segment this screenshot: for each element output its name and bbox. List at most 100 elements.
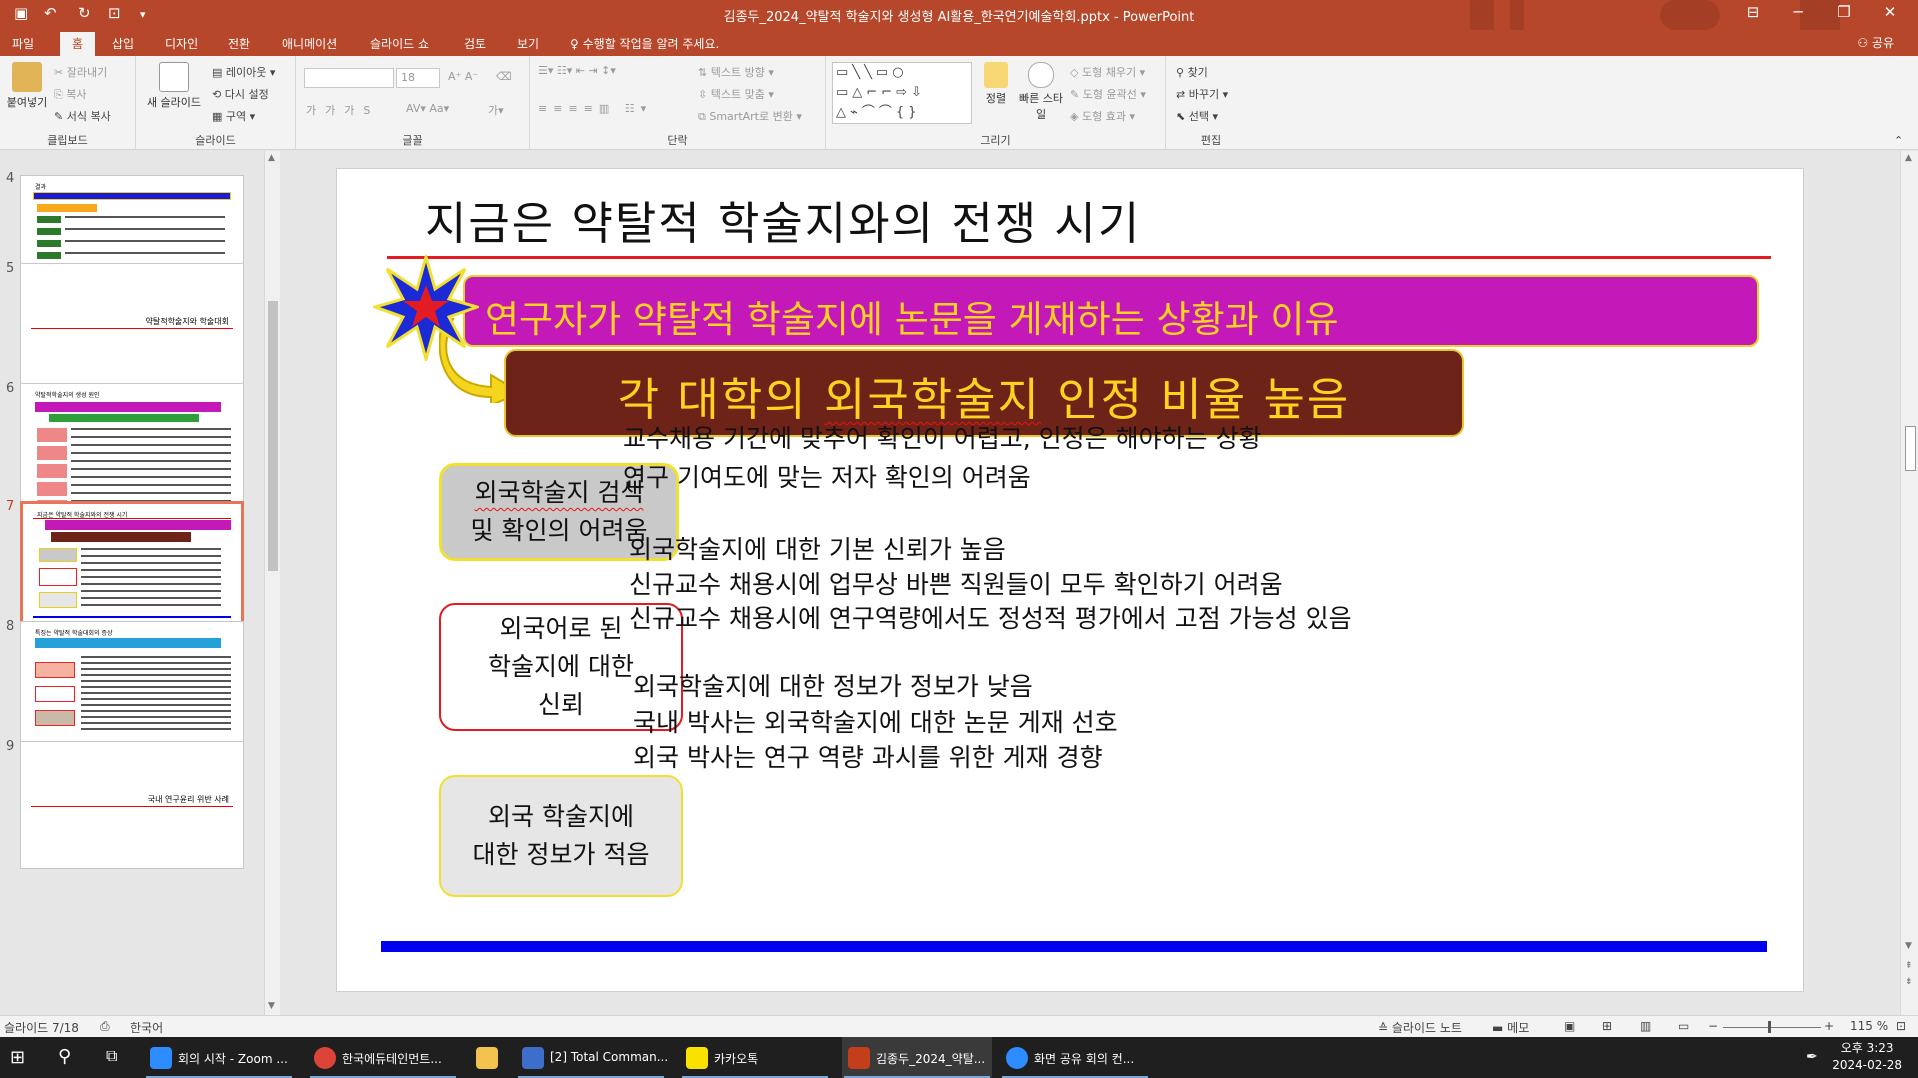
copy-button[interactable]: ⎘ 복사	[54, 86, 87, 102]
font-name-box[interactable]	[304, 68, 394, 88]
zoom-slider[interactable]	[1723, 1027, 1821, 1028]
language-indicator[interactable]: 한국어	[130, 1019, 163, 1036]
thumbnail-slide-7[interactable]: 지금은 약탈적 학술지와의 전쟁 시기	[20, 501, 244, 631]
reason-line: 외국학술지에 대한 기본 신뢰가 높음	[629, 535, 1006, 564]
notes-button[interactable]: ≙ 슬라이드 노트	[1378, 1019, 1462, 1036]
comments-button[interactable]: ▬ 메모	[1492, 1019, 1529, 1036]
taskbar-item-total-commander[interactable]: [2] Total Comman...	[516, 1037, 668, 1078]
smartart-button[interactable]: ⧉ SmartArt로 변환 ▾	[698, 108, 802, 124]
scroll-down-arrow-icon[interactable]: ▼	[1905, 941, 1912, 951]
next-slide-icon[interactable]: ⇟	[1905, 977, 1913, 987]
previous-slide-icon[interactable]: ⇞	[1905, 961, 1913, 971]
taskbar-item-chrome[interactable]: 한국에듀테인먼트...	[308, 1037, 458, 1078]
tab-design[interactable]: 디자인	[165, 35, 198, 52]
scroll-up-arrow-icon[interactable]: ▲	[1905, 153, 1912, 163]
arrange-button[interactable]: 정렬	[976, 62, 1016, 106]
taskbar-item-powerpoint[interactable]: 김종두_2024_약탈...	[842, 1037, 992, 1078]
thumb-shape	[81, 548, 221, 608]
shapes-gallery[interactable]: ▭╲╲▭○ ▭△⌐⌐⇨⇩ △⌁⌒⌒{}	[832, 62, 972, 124]
zoom-meeting-icon	[1006, 1047, 1028, 1069]
thumbnail-scrollbar[interactable]: ▲ ▼	[264, 151, 280, 1015]
slide-canvas[interactable]: 지금은 약탈적 학술지와의 전쟁 시기 연구자가 약탈적 학술지에 논문을 게재…	[336, 168, 1804, 992]
align-buttons[interactable]: ≡≡≡≡▥ ☷▾	[538, 102, 652, 115]
cut-button[interactable]: ✂ 잘라내기	[54, 64, 107, 80]
font-size-box[interactable]: 18	[396, 68, 440, 88]
tab-transitions[interactable]: 전환	[228, 35, 250, 52]
tab-insert[interactable]: 삽입	[112, 35, 134, 52]
close-button[interactable]: ✕	[1870, 3, 1910, 21]
thumb-number: 5	[6, 261, 15, 276]
shape-fill-button[interactable]: ◇ 도형 채우기 ▾	[1070, 64, 1145, 80]
pen-icon[interactable]: ✒	[1806, 1049, 1818, 1065]
ribbon-display-options-icon[interactable]: ⊟	[1733, 3, 1773, 21]
reading-view-icon[interactable]: ▥	[1640, 1019, 1651, 1033]
normal-view-icon[interactable]: ▣	[1564, 1019, 1575, 1033]
format-painter-button[interactable]: ✎ 서식 복사	[54, 108, 111, 124]
thumbnail-slide-5[interactable]: 약탈적학술지와 학술대회	[20, 263, 244, 391]
slide-sorter-icon[interactable]: ⊞	[1602, 1019, 1612, 1033]
thumb-number: 4	[6, 171, 15, 186]
taskbar-item-explorer[interactable]	[470, 1037, 510, 1078]
scroll-down-arrow-icon[interactable]: ▼	[268, 1001, 275, 1011]
scrollbar-thumb[interactable]	[268, 301, 278, 571]
start-button[interactable]: ⊞	[0, 1037, 40, 1078]
shape-outline-button[interactable]: ✎ 도형 윤곽선 ▾	[1070, 86, 1146, 102]
reason-box-information[interactable]: 외국 학술지에 대한 정보가 적음	[439, 775, 683, 897]
restore-button[interactable]: ❐	[1824, 3, 1864, 21]
tab-view[interactable]: 보기	[517, 35, 539, 52]
align-text-button[interactable]: ⇳ 텍스트 맞춤 ▾	[698, 86, 774, 102]
quick-styles-button[interactable]: 빠른 스타일	[1016, 62, 1066, 122]
select-button[interactable]: ⬉ 선택 ▾	[1176, 108, 1218, 124]
scrollbar-thumb[interactable]	[1905, 426, 1916, 471]
new-slide-button[interactable]: 새 슬라이드	[142, 62, 206, 110]
shape-effects-button[interactable]: ◈ 도형 효과 ▾	[1070, 108, 1135, 124]
zoom-out-button[interactable]: −	[1708, 1019, 1718, 1033]
find-button[interactable]: ⚲ 찾기	[1176, 64, 1208, 80]
fit-to-window-icon[interactable]: ⊡	[1896, 1019, 1906, 1033]
text-direction-button[interactable]: ⇅ 텍스트 방향 ▾	[698, 64, 774, 80]
thumbnail-slide-6[interactable]: 약탈적학술지의 생성 원인	[20, 383, 244, 511]
list-buttons[interactable]: ☰▾ ☷▾ ⇤ ⇥ ↕▾	[538, 64, 616, 77]
box-line: 대한 정보가 적음	[472, 840, 650, 869]
taskbar-item-zoom[interactable]: 회의 시작 - Zoom ...	[144, 1037, 294, 1078]
thumbnail-slide-8[interactable]: 특징는 약탈적 학술대회의 증상	[20, 621, 244, 749]
collapse-ribbon-icon[interactable]: ⌃	[1894, 134, 1903, 147]
zoom-in-button[interactable]: +	[1824, 1019, 1834, 1033]
tell-me-box[interactable]: ♀ 수행할 작업을 알려 주세요.	[570, 35, 719, 52]
tab-slideshow[interactable]: 슬라이드 쇼	[370, 35, 429, 52]
task-view-button[interactable]: ⧉	[96, 1037, 136, 1078]
tab-animations[interactable]: 애니메이션	[282, 35, 337, 52]
new-slide-label: 새 슬라이드	[146, 96, 202, 109]
minimize-button[interactable]: ─	[1778, 3, 1818, 21]
taskbar-item-zoom-meeting[interactable]: 화면 공유 회의 컨...	[1000, 1037, 1150, 1078]
reset-button[interactable]: ⟲ 다시 설정	[212, 86, 269, 102]
font-color-button[interactable]: 가▾	[488, 102, 504, 118]
paste-button[interactable]: 붙여넣기	[4, 62, 50, 110]
search-button[interactable]: ⚲	[48, 1037, 88, 1078]
thumbnail-slide-9[interactable]: 국내 연구윤리 위반 사례	[20, 741, 244, 869]
zoom-level[interactable]: 115 %	[1850, 1019, 1888, 1033]
scroll-up-arrow-icon[interactable]: ▲	[268, 153, 275, 163]
font-style-buttons[interactable]: 가가가S	[306, 102, 379, 118]
font-group-label: 글꼴	[402, 134, 423, 147]
system-clock[interactable]: 오후 3:23 2024-02-28	[1832, 1040, 1902, 1074]
slide-scrollbar[interactable]: ▲ ▼ ⇞ ⇟	[1900, 151, 1918, 1015]
font-grow-shrink-buttons[interactable]: A⁺ A⁻	[448, 70, 478, 83]
box-line: 외국학술지 검색	[474, 478, 644, 507]
taskbar-item-kakaotalk[interactable]: 카카오톡	[680, 1037, 830, 1078]
zoom-slider-knob[interactable]	[1768, 1021, 1771, 1033]
thumb-blue-line	[33, 616, 231, 618]
tab-home[interactable]: 홈	[60, 32, 96, 56]
share-button[interactable]: ⚇ 공유	[1857, 34, 1894, 51]
layout-button[interactable]: ▤ 레이아웃 ▾	[212, 64, 275, 80]
taskbar-label: 화면 공유 회의 컨...	[1034, 1052, 1135, 1066]
replace-button[interactable]: ⇄ 바꾸기 ▾	[1176, 86, 1228, 102]
char-spacing-button[interactable]: AV▾ Aa▾	[406, 102, 449, 115]
tab-file[interactable]: 파일	[12, 35, 34, 52]
tab-review[interactable]: 검토	[464, 35, 486, 52]
clear-formatting-icon[interactable]: ⌫	[496, 70, 512, 83]
section-button[interactable]: ▦ 구역 ▾	[212, 108, 255, 124]
slide-title[interactable]: 지금은 약탈적 학술지와의 전쟁 시기	[425, 187, 1141, 252]
slideshow-view-icon[interactable]: ▭	[1678, 1019, 1689, 1033]
accessibility-icon[interactable]: ⎙	[100, 1019, 110, 1034]
